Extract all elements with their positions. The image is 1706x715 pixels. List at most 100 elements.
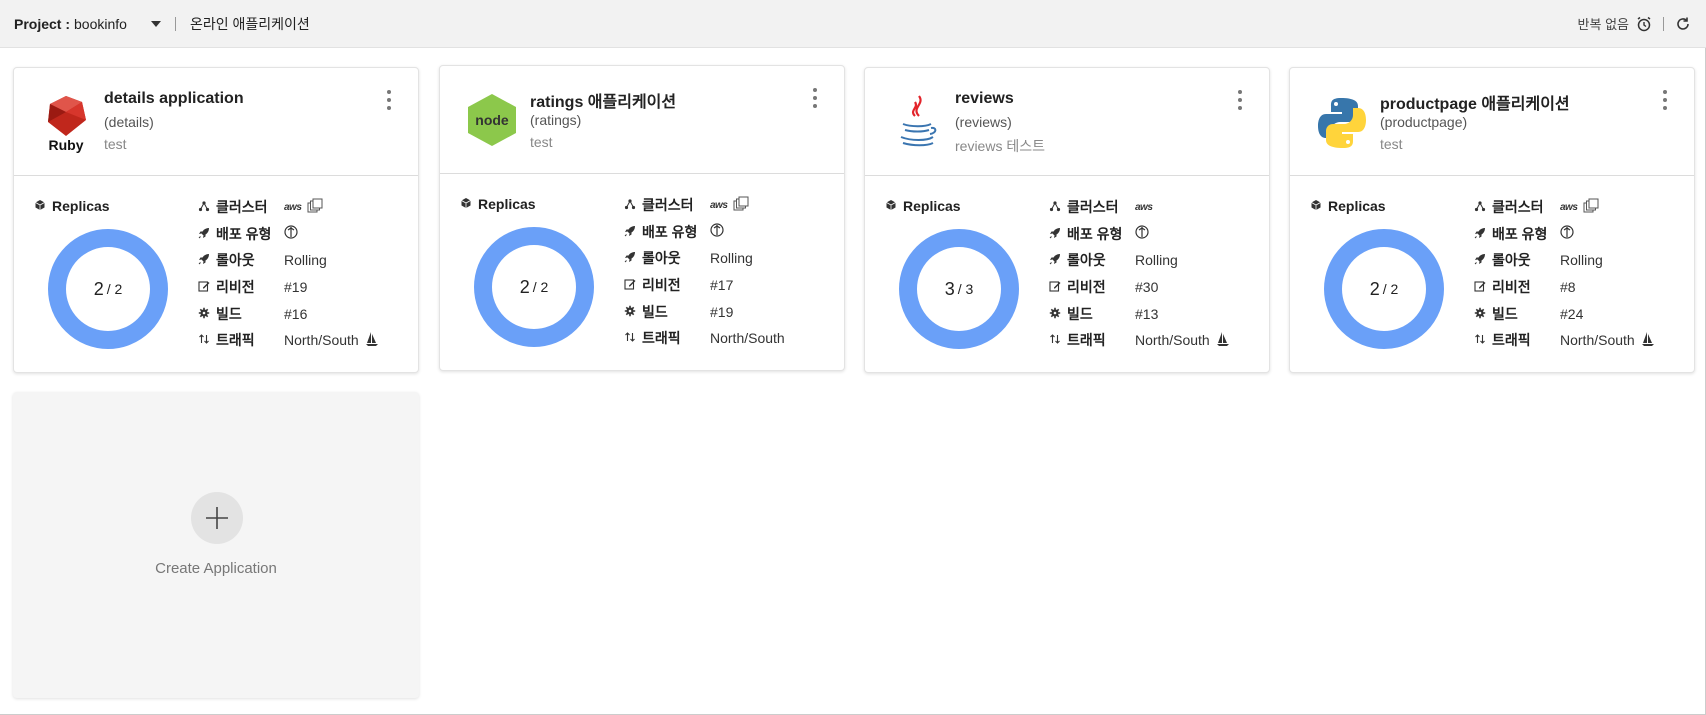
- svg-text:node: node: [475, 112, 509, 128]
- divider: [174, 16, 176, 31]
- replicas-donut: 2 / 2: [48, 229, 168, 349]
- replicas-total: / 3: [957, 281, 974, 297]
- traffic-row: 트래픽 North/South: [198, 327, 379, 354]
- traffic-label: 트래픽: [1067, 332, 1106, 349]
- build-label: 빌드: [642, 303, 668, 320]
- more-options-icon[interactable]: [1662, 90, 1668, 110]
- app-info: 클러스터 aws 배포 유형 롤아웃 Rolling 리비전 #19 빌드 #1…: [198, 194, 379, 354]
- rocket-icon: [1474, 226, 1486, 242]
- divider: [1663, 16, 1664, 31]
- traffic-value: North/South: [1135, 332, 1210, 349]
- revision-label: 리비전: [642, 277, 681, 294]
- cluster-icon: [624, 197, 636, 213]
- revision-row: 리비전 #8: [1474, 274, 1655, 301]
- chevron-down-icon[interactable]: [150, 20, 161, 27]
- multi-cluster-icon: [1583, 198, 1599, 217]
- traffic-label: 트래픽: [216, 332, 255, 349]
- more-options-icon[interactable]: [1237, 90, 1243, 110]
- repeat-label[interactable]: 반복 없음: [1578, 14, 1629, 33]
- project-selector[interactable]: bookinfo: [74, 16, 127, 32]
- replicas-ready: 2: [519, 276, 530, 297]
- cluster-label: 클러스터: [1492, 199, 1544, 216]
- deploy-type-row: 배포 유형: [198, 221, 379, 248]
- cluster-row: 클러스터 aws: [1474, 194, 1655, 221]
- edit-icon: [624, 277, 636, 293]
- edit-icon: [198, 279, 210, 295]
- rocket-icon: [1474, 252, 1486, 268]
- revision-label: 리비전: [1067, 279, 1106, 296]
- app-id: (productpage): [1380, 114, 1468, 130]
- revision-value: #8: [1560, 279, 1576, 296]
- project-label: Project :: [14, 15, 71, 32]
- deploy-strategy-icon: [1560, 224, 1574, 243]
- multi-cluster-icon: [307, 198, 323, 217]
- application-card[interactable]: node ratings 애플리케이션 (ratings) test Repli…: [439, 65, 845, 371]
- replicas-heading: Replicas: [460, 196, 536, 212]
- card-header: Ruby details application (details) test: [14, 68, 418, 176]
- revision-row: 리비전 #19: [198, 274, 379, 301]
- rocket-icon: [624, 224, 636, 240]
- app-description: test: [104, 136, 127, 152]
- sail-icon: [365, 331, 379, 350]
- app-title[interactable]: productpage 애플리케이션: [1380, 90, 1570, 114]
- ruby-logo: Ruby: [38, 90, 94, 154]
- cluster-icon: [198, 199, 210, 215]
- traffic-value: North/South: [284, 332, 359, 349]
- build-label: 빌드: [216, 305, 242, 322]
- rollout-row: 롤아웃 Rolling: [1474, 247, 1655, 274]
- more-options-icon[interactable]: [386, 90, 392, 110]
- plus-icon[interactable]: [191, 492, 243, 544]
- replicas-total: / 2: [532, 279, 549, 295]
- build-row: 빌드 #13: [1049, 300, 1230, 327]
- traffic-row: 트래픽 North/South: [1049, 327, 1230, 354]
- breadcrumb: 온라인 애플리케이션: [189, 15, 310, 32]
- application-card[interactable]: Ruby details application (details) test …: [13, 67, 419, 373]
- cluster-icon: [1474, 199, 1486, 215]
- aws-icon: aws: [284, 201, 302, 213]
- rocket-icon: [198, 252, 210, 268]
- rollout-row: 롤아웃 Rolling: [198, 247, 379, 274]
- traffic-row: 트래픽 North/South: [1474, 327, 1655, 354]
- build-value: #24: [1560, 305, 1584, 322]
- build-row: 빌드 #16: [198, 300, 379, 327]
- build-row: 빌드 #24: [1474, 300, 1655, 327]
- rollout-row: 롤아웃 Rolling: [624, 245, 785, 272]
- application-card[interactable]: reviews (reviews) reviews 테스트 Replicas 3…: [864, 67, 1270, 373]
- create-application-card[interactable]: Create Application: [13, 392, 419, 698]
- nodejs-logo: node: [464, 88, 520, 152]
- more-options-icon[interactable]: [812, 88, 818, 108]
- aws-icon: aws: [710, 199, 728, 211]
- application-card[interactable]: productpage 애플리케이션 (productpage) test Re…: [1289, 67, 1695, 373]
- refresh-icon[interactable]: [1674, 15, 1692, 33]
- app-title[interactable]: ratings 애플리케이션: [530, 88, 676, 112]
- cluster-icon: [1049, 199, 1061, 215]
- replicas-ready: 2: [1369, 278, 1380, 299]
- alarm-clock-icon[interactable]: [1635, 15, 1653, 33]
- aws-icon: aws: [1560, 201, 1578, 213]
- build-value: #16: [284, 305, 308, 322]
- card-body: Replicas 2 / 2 클러스터 aws 배포 유형 롤아웃 Rollin…: [440, 174, 844, 370]
- rocket-icon: [1049, 252, 1061, 268]
- rollout-label: 롤아웃: [642, 250, 681, 267]
- cube-icon: [34, 198, 46, 214]
- sail-icon: [1216, 331, 1230, 350]
- replicas-heading: Replicas: [1310, 198, 1386, 214]
- cluster-row: 클러스터 aws: [624, 192, 785, 219]
- build-value: #13: [1135, 305, 1159, 322]
- deploy-type-row: 배포 유형: [624, 219, 785, 246]
- revision-value: #19: [284, 279, 308, 296]
- replicas-label: Replicas: [903, 198, 961, 214]
- cube-icon: [885, 198, 897, 214]
- app-id: (details): [104, 114, 154, 130]
- create-application-label[interactable]: Create Application: [13, 560, 419, 577]
- deploy-type-row: 배포 유형: [1049, 221, 1230, 248]
- sail-icon: [1641, 331, 1655, 350]
- app-title[interactable]: details application: [104, 90, 244, 108]
- app-description: test: [1380, 136, 1403, 152]
- deploy-type-label: 배포 유형: [1492, 225, 1548, 242]
- app-id: (ratings): [530, 112, 582, 128]
- deploy-strategy-icon: [1135, 224, 1149, 243]
- replicas-donut: 2 / 2: [474, 227, 594, 347]
- aws-icon: aws: [1135, 201, 1153, 213]
- app-title[interactable]: reviews: [955, 90, 1014, 108]
